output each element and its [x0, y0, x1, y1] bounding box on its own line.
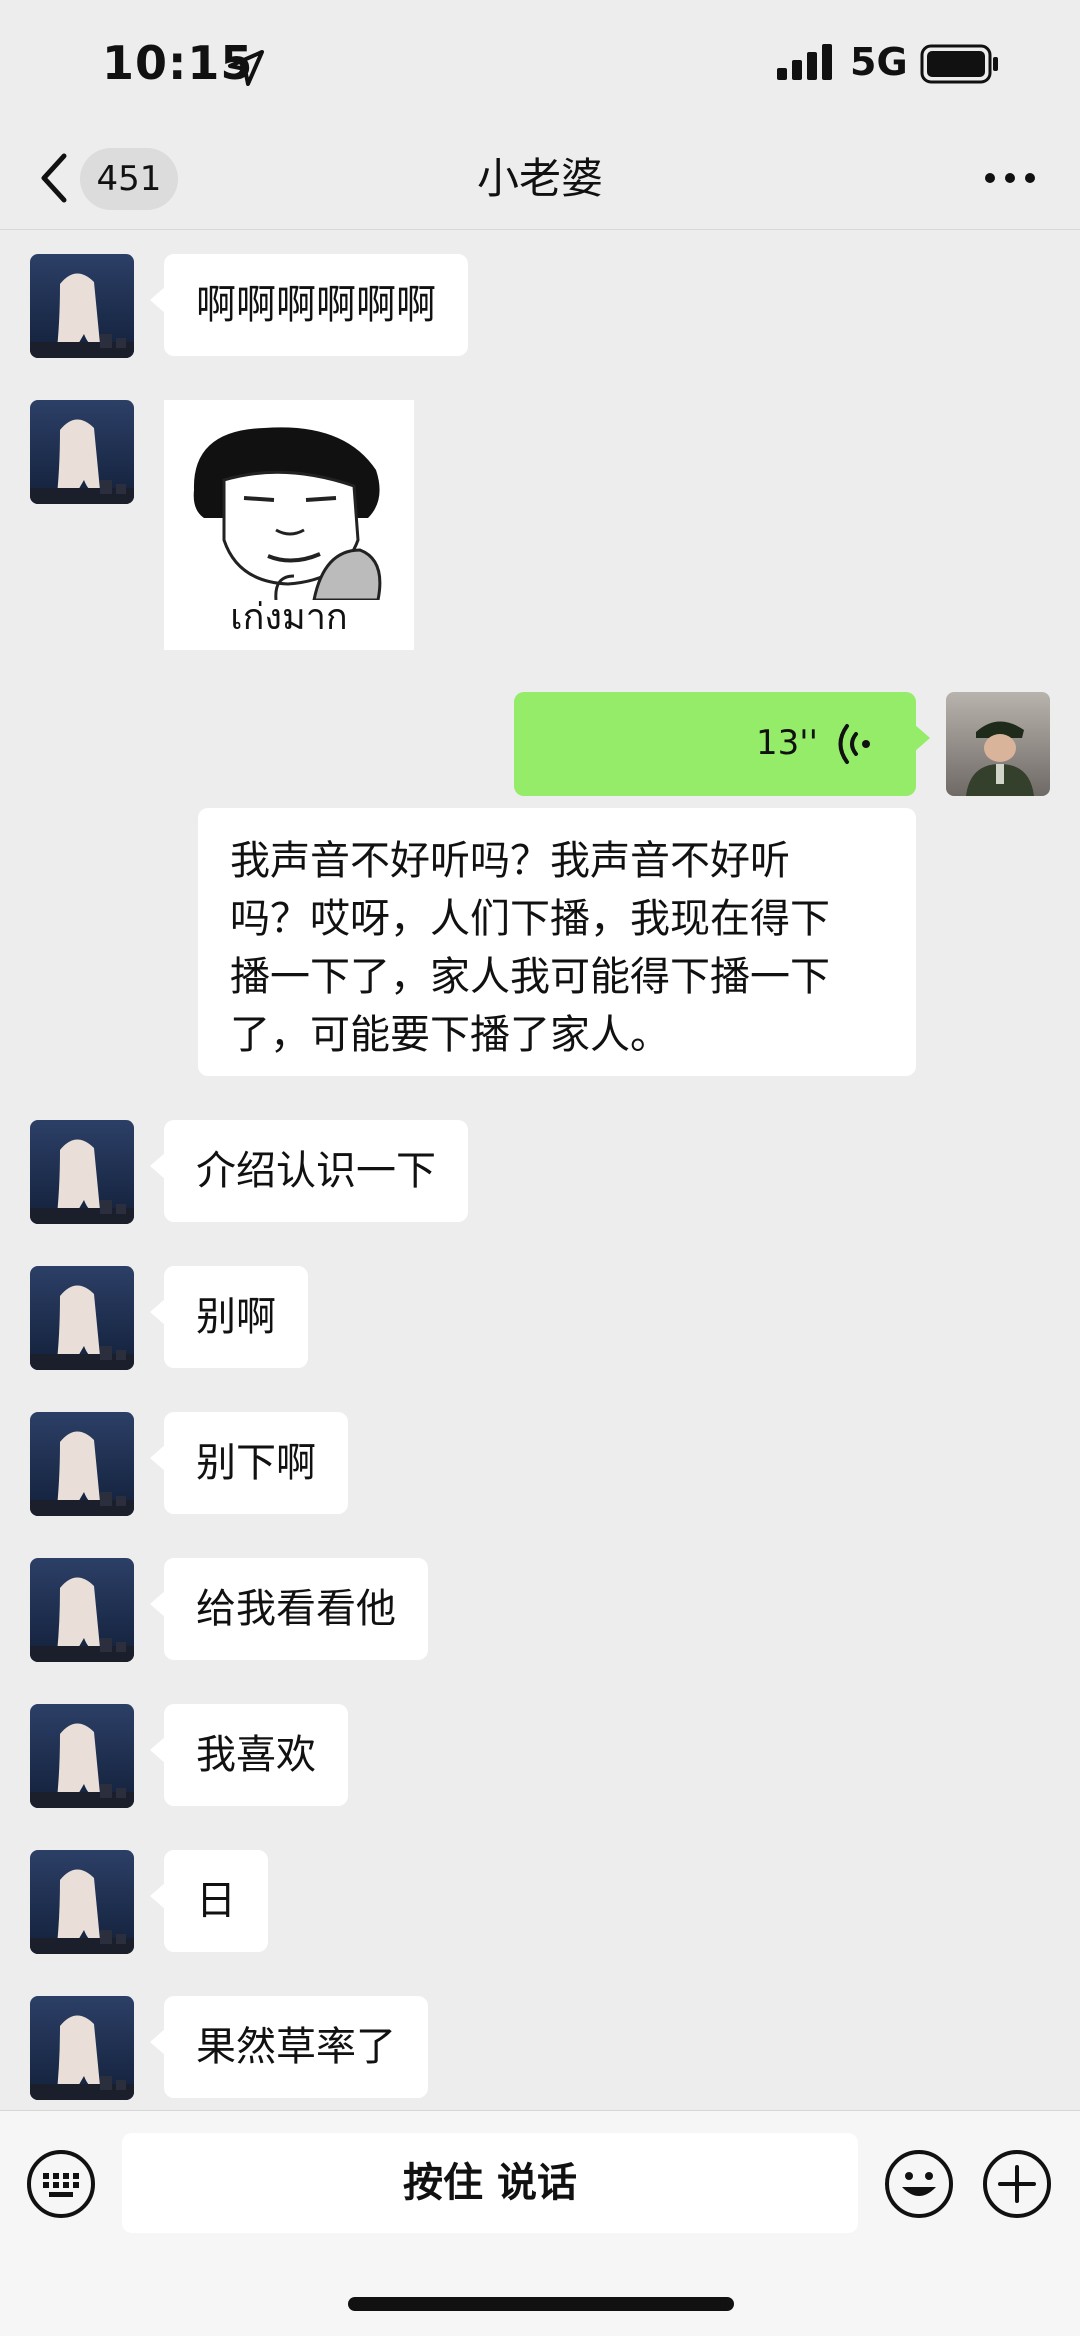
transcript-line: 吗？哎呀，人们下播，我现在得下 [230, 896, 830, 942]
contact-avatar[interactable] [30, 1412, 134, 1516]
keyboard-icon[interactable] [26, 2149, 96, 2219]
plus-icon[interactable] [982, 2149, 1052, 2219]
message-bubble[interactable]: 日 [150, 1850, 268, 1952]
input-bar: 按住 说话 [0, 2110, 1080, 2336]
meme-face-sticker-image [193, 427, 382, 602]
location-arrow-icon [228, 50, 264, 86]
message-bubble[interactable]: 介绍认识一下 [150, 1120, 468, 1222]
chat-title: 小老婆 [476, 154, 603, 203]
sticker-caption: เก่งมาก [230, 597, 348, 638]
contact-avatar[interactable] [30, 1850, 134, 1954]
signal-icon [777, 44, 832, 80]
contact-avatar[interactable] [30, 1120, 134, 1224]
more-dots-icon[interactable] [980, 158, 1040, 198]
emoji-icon[interactable] [884, 2149, 954, 2219]
message-bubble[interactable]: 啊啊啊啊啊啊 [150, 254, 468, 356]
voice-duration: 13'' [756, 723, 818, 763]
message-bubble[interactable]: 果然草率了 [150, 1996, 428, 2098]
contact-avatar[interactable] [30, 1996, 134, 2100]
transcript-line: 我声音不好听吗？我声音不好听 [230, 838, 790, 884]
voice-message-bubble[interactable]: 13'' [514, 692, 930, 796]
battery-icon [920, 44, 998, 84]
my-avatar[interactable] [946, 692, 1050, 796]
sticker-message[interactable]: เก่งมาก [164, 400, 414, 650]
message-bubble[interactable]: 我喜欢 [150, 1704, 348, 1806]
contact-avatar[interactable] [30, 1266, 134, 1370]
contact-avatar[interactable] [30, 254, 134, 358]
status-bar: 10:15 5G [0, 0, 1080, 130]
transcript-line: 了，可能要下播了家人。 [230, 1012, 670, 1058]
home-indicator[interactable] [348, 2297, 734, 2311]
message-bubble[interactable]: 别啊 [150, 1266, 308, 1368]
network-label: 5G [850, 40, 908, 84]
contact-avatar[interactable] [30, 1558, 134, 1662]
hold-to-talk-button[interactable]: 按住 说话 [122, 2133, 858, 2233]
contact-avatar[interactable] [30, 400, 134, 504]
transcript-line: 播一下了，家人我可能得下播一下 [230, 954, 830, 1000]
voice-wave-icon [838, 724, 870, 764]
voice-transcript[interactable]: 我声音不好听吗？我声音不好听 吗？哎呀，人们下播，我现在得下 播一下了，家人我可… [198, 808, 916, 1076]
message-bubble[interactable]: 给我看看他 [150, 1558, 428, 1660]
chat-header: 451 小老婆 [0, 130, 1080, 230]
contact-avatar[interactable] [30, 1704, 134, 1808]
message-bubble[interactable]: 别下啊 [150, 1412, 348, 1514]
